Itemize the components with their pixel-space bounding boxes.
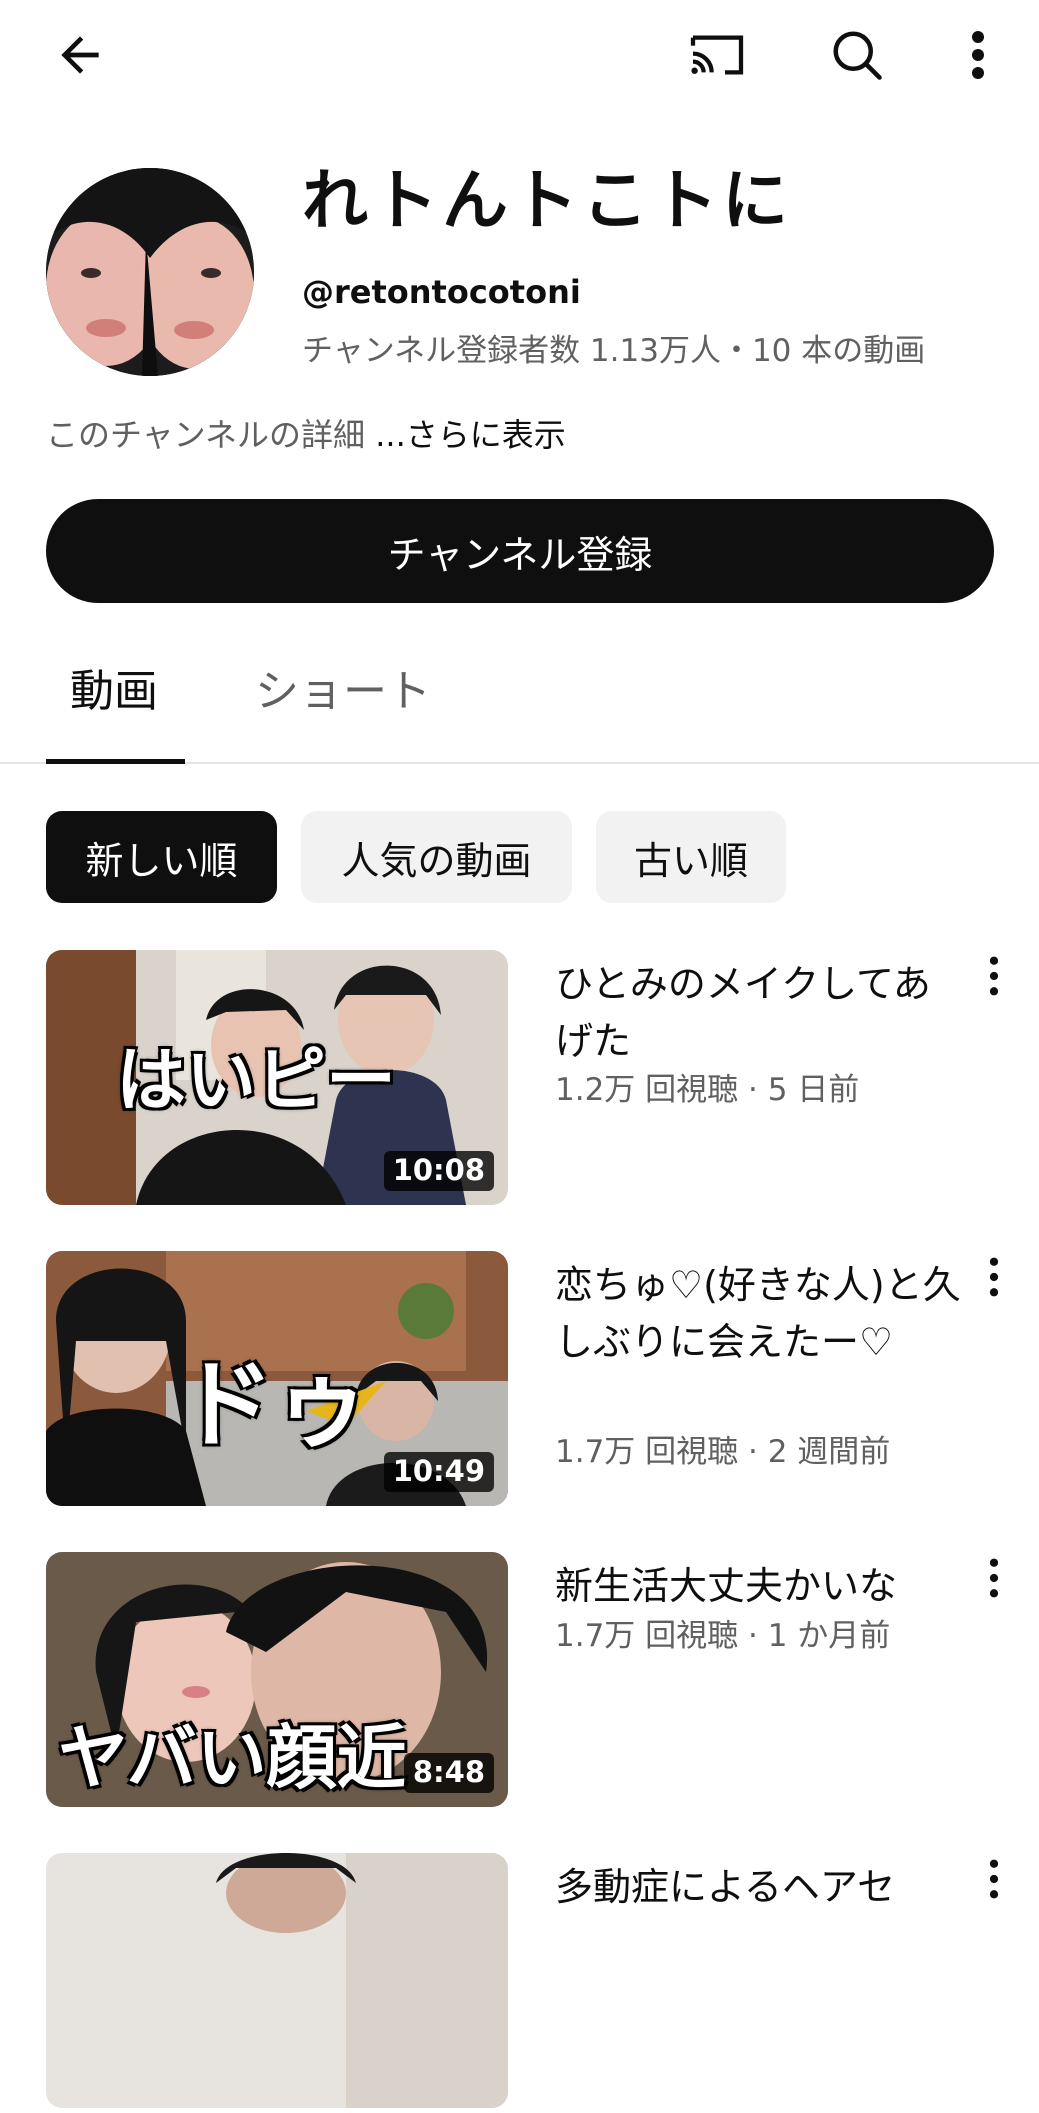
- video-duration: 8:48: [403, 1753, 494, 1793]
- search-icon: [833, 31, 882, 80]
- video-menu-button[interactable]: [972, 1257, 1016, 1317]
- video-menu-button[interactable]: [972, 1859, 1016, 1919]
- more-vertical-icon: [989, 956, 999, 996]
- channel-title: れトんトこトに: [302, 162, 792, 239]
- channel-handle: @retontocotoni: [302, 273, 581, 311]
- active-tab-indicator: [46, 759, 185, 764]
- subscribe-button[interactable]: チャンネル登録: [46, 499, 994, 603]
- video-meta: 1.2万 回視聴 · 5 日前: [555, 1072, 860, 1108]
- channel-avatar[interactable]: [46, 168, 254, 376]
- video-item[interactable]: ヤバい顔近 8:48 新生活大丈夫かいな 1.7万 回視聴 · 1 か月前: [0, 1552, 1039, 1812]
- channel-tabs: 動画 ショート: [0, 640, 1039, 764]
- tab-videos[interactable]: 動画: [70, 670, 158, 714]
- video-thumbnail[interactable]: [46, 1853, 508, 2108]
- description-text: このチャンネルの詳細: [46, 416, 376, 454]
- video-thumbnail[interactable]: ヤバい顔近 8:48: [46, 1552, 508, 1807]
- video-meta: 1.7万 回視聴 · 1 か月前: [555, 1618, 891, 1654]
- chip-oldest[interactable]: 古い順: [596, 811, 786, 903]
- more-vertical-icon: [989, 1558, 999, 1598]
- video-thumbnail[interactable]: はいピー 10:08: [46, 950, 508, 1205]
- video-thumbnail[interactable]: ドゥ 10:49: [46, 1251, 508, 1506]
- more-options-button[interactable]: [943, 20, 1013, 90]
- video-meta: 1.7万 回視聴 · 2 週間前: [555, 1434, 891, 1470]
- video-item[interactable]: 多動症によるヘアセ: [0, 1853, 1039, 2113]
- thumbnail-caption: ヤバい顔近: [58, 1716, 407, 1799]
- show-more-link[interactable]: ...さらに表示: [375, 416, 566, 454]
- thumbnail-caption: ドゥ: [178, 1348, 370, 1461]
- chip-newest[interactable]: 新しい順: [46, 811, 277, 903]
- video-item[interactable]: はいピー 10:08 ひとみのメイクしてあげた 1.2万 回視聴 · 5 日前: [0, 950, 1039, 1210]
- cast-icon: [690, 35, 744, 75]
- back-button[interactable]: [45, 20, 115, 90]
- video-duration: 10:08: [383, 1151, 494, 1191]
- more-vertical-icon: [989, 1257, 999, 1297]
- more-vertical-icon: [989, 1859, 999, 1899]
- video-menu-button[interactable]: [972, 1558, 1016, 1618]
- video-menu-button[interactable]: [972, 956, 1016, 1016]
- arrow-left-icon: [61, 36, 99, 74]
- video-title[interactable]: ひとみのメイクしてあげた: [555, 956, 965, 1070]
- tab-shorts[interactable]: ショート: [255, 670, 431, 714]
- video-duration: 10:49: [383, 1452, 494, 1492]
- video-title[interactable]: 新生活大丈夫かいな: [555, 1558, 965, 1615]
- thumbnail-caption: はいピー: [116, 1038, 396, 1121]
- video-item[interactable]: ドゥ 10:49 恋ちゅ♡(好きな人)と久しぶりに会えたー♡ 1.7万 回視聴 …: [0, 1251, 1039, 1511]
- cast-button[interactable]: [682, 20, 752, 90]
- chip-popular[interactable]: 人気の動画: [301, 811, 572, 903]
- video-title[interactable]: 恋ちゅ♡(好きな人)と久しぶりに会えたー♡: [555, 1257, 965, 1371]
- search-button[interactable]: [822, 20, 892, 90]
- more-vertical-icon: [972, 31, 984, 79]
- channel-description[interactable]: このチャンネルの詳細 ...さらに表示: [46, 416, 566, 454]
- channel-stats[interactable]: チャンネル登録者数 1.13万人・10 本の動画: [302, 333, 1002, 370]
- video-title[interactable]: 多動症によるヘアセ: [555, 1859, 965, 1916]
- top-app-bar: [0, 0, 1039, 110]
